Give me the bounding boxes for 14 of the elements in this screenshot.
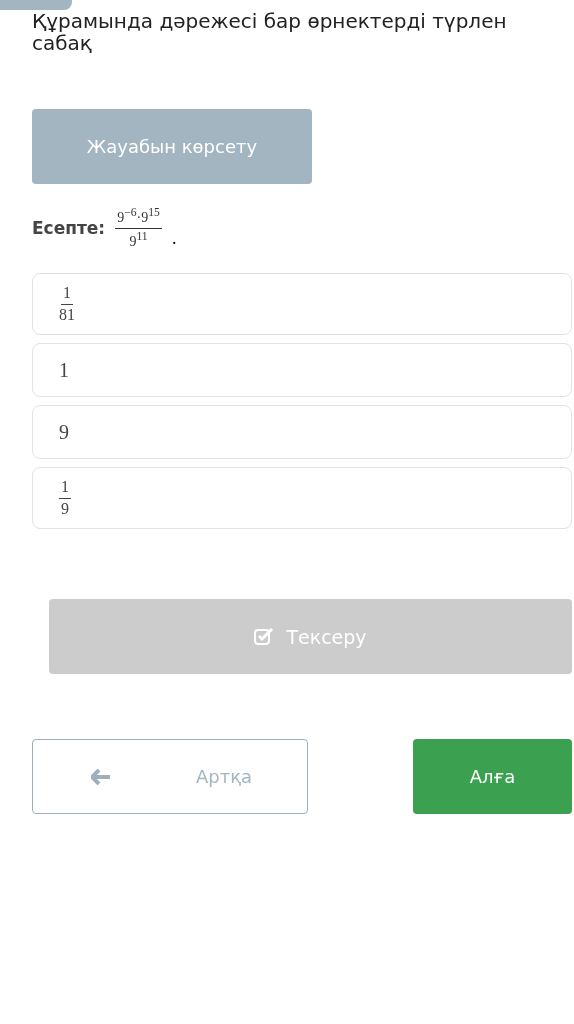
period: . bbox=[171, 228, 177, 250]
checkbox-icon bbox=[254, 627, 275, 646]
answer-option[interactable]: 1 9 bbox=[32, 467, 572, 530]
fraction-answer: 1 81 bbox=[59, 284, 75, 325]
answer-option[interactable]: 1 bbox=[32, 343, 572, 398]
fraction-answer: 1 9 bbox=[59, 478, 71, 519]
tab-edge[interactable] bbox=[0, 0, 72, 10]
answer-option[interactable]: 1 81 bbox=[32, 273, 572, 336]
task-label: Есепте: bbox=[32, 217, 106, 238]
lesson-title: сабақ bbox=[32, 32, 92, 54]
lesson-title: Құрамында дәрежесі бар өрнектерді түрлен bbox=[32, 10, 508, 32]
answer-option[interactable]: 9 bbox=[32, 405, 572, 460]
task-expression: 9$^{−6}$·9$^{15}$ 9$^{11}$ bbox=[115, 206, 162, 250]
arrow-left-icon bbox=[91, 768, 111, 785]
